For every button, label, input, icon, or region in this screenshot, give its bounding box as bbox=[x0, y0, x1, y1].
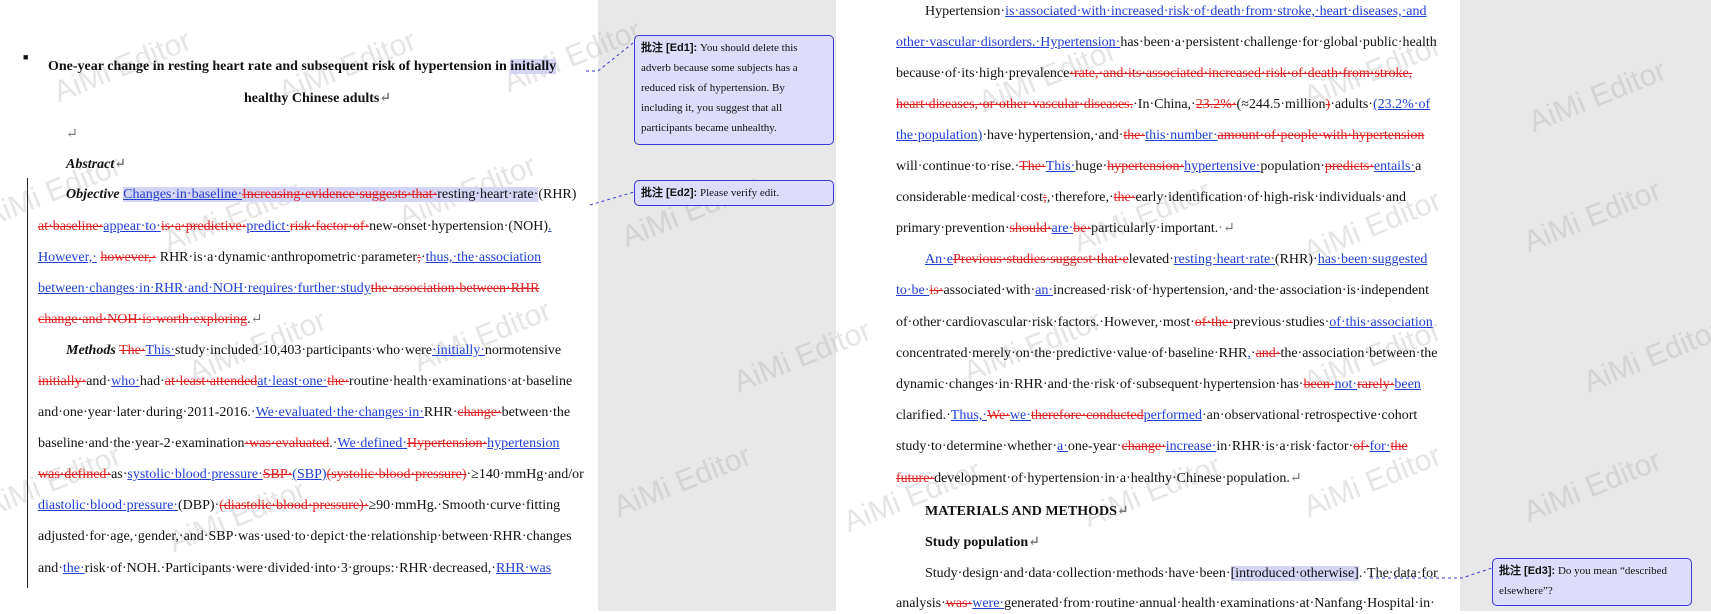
comment-ed2[interactable]: 批注 [Ed2]: Please verify edit. bbox=[634, 180, 834, 206]
comment-ed2-label: 批注 [Ed2]: bbox=[641, 187, 698, 199]
comment-ed3[interactable]: 批注 [Ed3]: Do you mean “described elsewhe… bbox=[1492, 558, 1692, 606]
comment-ed1[interactable]: 批注 [Ed1]: You should delete this adverb … bbox=[634, 35, 834, 145]
comment-ed2-text: Please verify edit. bbox=[699, 187, 780, 199]
comment-connectors bbox=[586, 42, 1493, 579]
comment-ed1-text: You should delete this adverb because so… bbox=[641, 42, 798, 134]
comment-ed1-label: 批注 [Ed1]: bbox=[641, 42, 698, 54]
comment-ed3-label: 批注 [Ed3]: bbox=[1499, 565, 1556, 577]
